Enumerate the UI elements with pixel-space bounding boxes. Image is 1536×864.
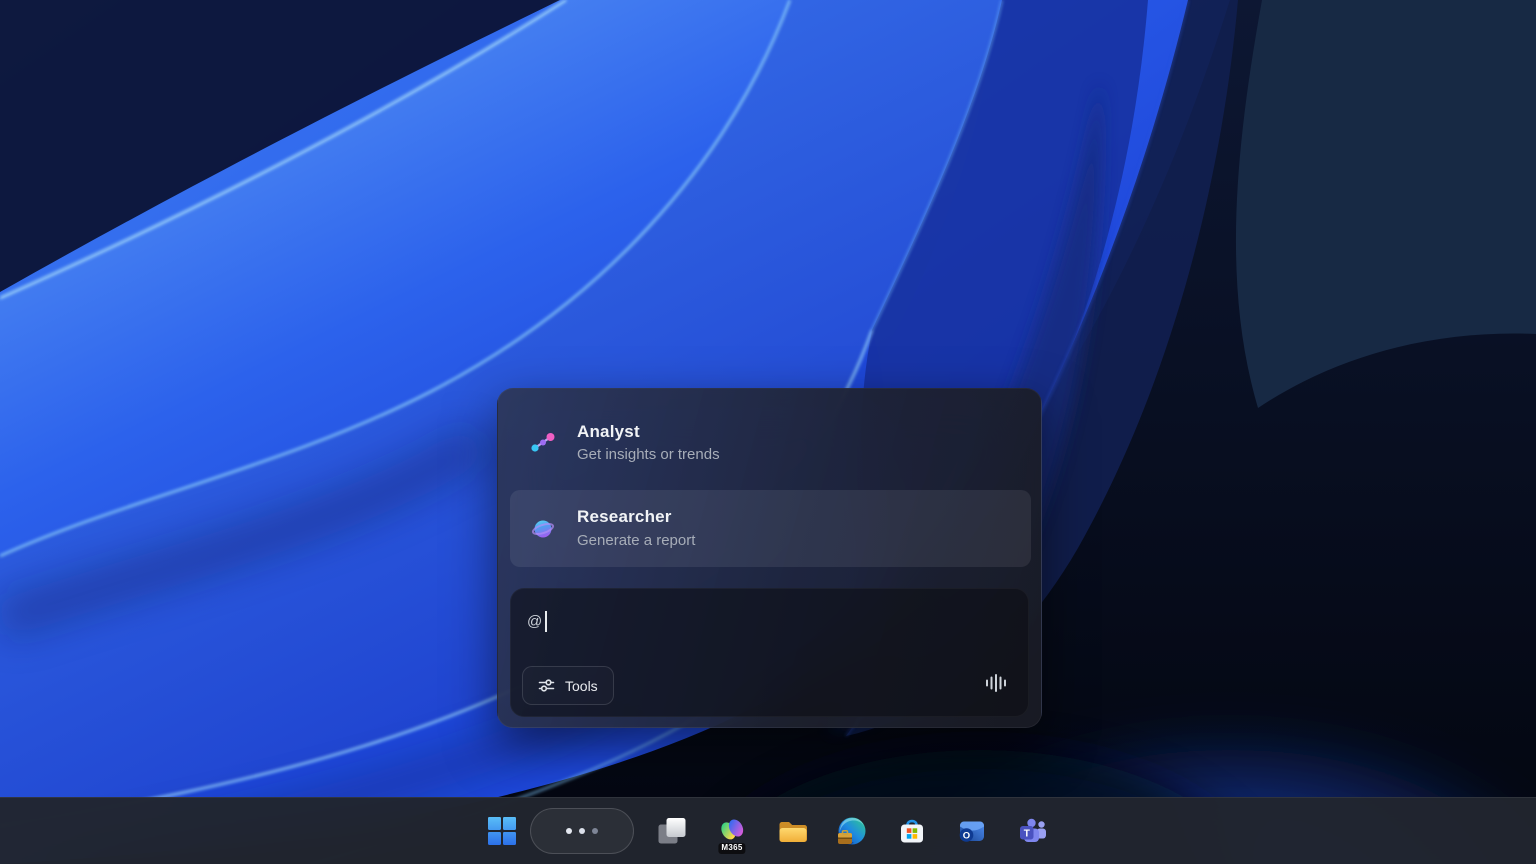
outlook-letter: O — [963, 830, 970, 841]
task-view-button[interactable] — [648, 807, 696, 855]
teams-button[interactable]: T — [1008, 807, 1056, 855]
microsoft-store-button[interactable] — [888, 807, 936, 855]
teams-icon: T — [1017, 816, 1047, 846]
taskbar: M365 — [0, 797, 1536, 864]
m365-copilot-button[interactable]: M365 — [708, 807, 756, 855]
pill-dot — [579, 828, 585, 834]
outlook-button[interactable]: O — [948, 807, 996, 855]
copilot-icon — [717, 816, 747, 846]
tools-button[interactable]: Tools — [522, 666, 614, 705]
agent-text: Researcher Generate a report — [577, 507, 695, 549]
outlook-icon: O — [957, 816, 987, 846]
copilot-agent-popup: Analyst Get insights or trends Researche… — [497, 388, 1042, 728]
sliders-icon — [538, 677, 555, 694]
pill-dot — [566, 828, 572, 834]
researcher-planet-icon — [529, 515, 557, 543]
agent-title: Researcher — [577, 507, 695, 527]
pill-dot — [592, 828, 598, 834]
text-caret — [545, 611, 547, 632]
analyst-trend-icon — [529, 429, 557, 457]
tools-button-label: Tools — [565, 678, 598, 694]
file-explorer-button[interactable] — [768, 807, 816, 855]
overlapping-windows-icon — [657, 816, 687, 846]
agent-item-analyst[interactable]: Analyst Get insights or trends — [510, 402, 1031, 484]
agent-subtitle: Generate a report — [577, 532, 695, 550]
m365-badge: M365 — [718, 843, 745, 854]
windows-logo-icon — [487, 816, 517, 846]
agent-text: Analyst Get insights or trends — [577, 422, 720, 464]
voice-input-button[interactable] — [982, 670, 1008, 696]
agent-item-researcher[interactable]: Researcher Generate a report — [510, 490, 1031, 567]
agent-title: Analyst — [577, 422, 720, 442]
teams-letter: T — [1024, 828, 1030, 839]
edge-button[interactable] — [828, 807, 876, 855]
agent-subtitle: Get insights or trends — [577, 446, 720, 464]
store-bag-icon — [897, 816, 927, 846]
waveform-icon — [984, 672, 1006, 694]
taskbar-center-group: M365 — [478, 798, 1068, 864]
start-button[interactable] — [478, 807, 526, 855]
input-text-line: @ — [527, 611, 547, 632]
edge-browser-icon — [837, 816, 867, 846]
input-value: @ — [527, 613, 542, 630]
prompt-input[interactable]: @ Tools — [510, 588, 1029, 717]
copilot-search-pill[interactable] — [530, 808, 634, 854]
folder-icon — [777, 816, 807, 846]
